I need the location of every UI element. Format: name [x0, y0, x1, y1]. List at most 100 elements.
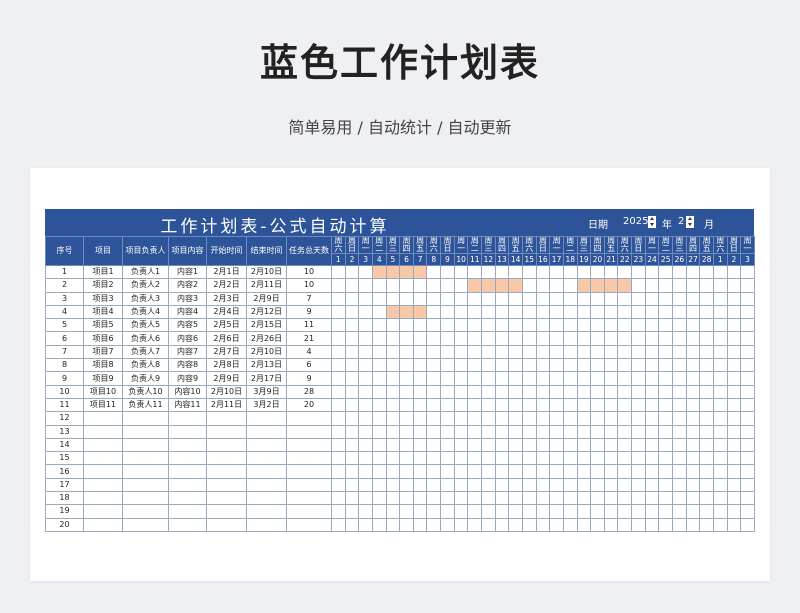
- day-cell[interactable]: [440, 517, 455, 532]
- day-cell[interactable]: [535, 464, 551, 479]
- day-cell[interactable]: [344, 331, 360, 346]
- day-cell[interactable]: [603, 371, 619, 386]
- day-cell[interactable]: [699, 424, 714, 439]
- day-cell[interactable]: [562, 424, 578, 439]
- day-cell[interactable]: [344, 358, 360, 373]
- day-cell[interactable]: [385, 424, 401, 439]
- cell-project[interactable]: 项目1: [83, 264, 123, 280]
- day-cell[interactable]: [590, 464, 605, 479]
- cell-days[interactable]: 6: [286, 358, 332, 373]
- cell-owner[interactable]: 负责人8: [122, 358, 169, 373]
- day-cell[interactable]: [631, 491, 646, 506]
- day-cell[interactable]: [562, 344, 578, 360]
- gantt-bar-cell[interactable]: [603, 278, 619, 293]
- cell-owner[interactable]: [122, 477, 169, 493]
- day-cell[interactable]: [412, 437, 428, 453]
- cell-days[interactable]: [286, 437, 332, 453]
- day-cell[interactable]: [562, 318, 578, 333]
- day-cell[interactable]: [481, 344, 496, 360]
- cell-no[interactable]: 10: [45, 384, 84, 399]
- cell-owner[interactable]: [122, 491, 169, 506]
- day-cell[interactable]: [467, 437, 483, 453]
- day-cell[interactable]: [344, 264, 360, 280]
- day-cell[interactable]: [576, 371, 592, 386]
- cell-project[interactable]: 项目9: [83, 371, 123, 386]
- day-cell[interactable]: [658, 318, 674, 333]
- day-cell[interactable]: [685, 437, 701, 453]
- day-cell[interactable]: [699, 344, 714, 360]
- cell-content[interactable]: 内容6: [168, 331, 207, 346]
- cell-start[interactable]: [206, 464, 247, 479]
- day-cell[interactable]: [385, 477, 401, 493]
- cell-content[interactable]: [168, 411, 207, 426]
- day-cell[interactable]: [644, 491, 660, 506]
- day-cell[interactable]: [562, 397, 578, 413]
- day-cell[interactable]: [726, 397, 742, 413]
- day-cell[interactable]: [740, 371, 755, 386]
- day-cell[interactable]: [590, 304, 605, 320]
- day-cell[interactable]: [699, 477, 714, 493]
- day-cell[interactable]: [699, 331, 714, 346]
- day-cell[interactable]: [331, 371, 346, 386]
- day-cell[interactable]: [658, 358, 674, 373]
- cell-project[interactable]: [83, 504, 123, 519]
- day-cell[interactable]: [385, 517, 401, 532]
- day-cell[interactable]: [412, 517, 428, 532]
- cell-content[interactable]: [168, 477, 207, 493]
- day-cell[interactable]: [712, 344, 728, 360]
- day-cell[interactable]: [631, 397, 646, 413]
- day-cell[interactable]: [590, 397, 605, 413]
- day-cell[interactable]: [726, 318, 742, 333]
- cell-start[interactable]: [206, 504, 247, 519]
- day-cell[interactable]: [494, 358, 510, 373]
- day-cell[interactable]: [371, 517, 387, 532]
- day-cell[interactable]: [371, 304, 387, 320]
- day-cell[interactable]: [699, 278, 714, 293]
- day-cell[interactable]: [740, 411, 755, 426]
- day-cell[interactable]: [412, 371, 428, 386]
- day-cell[interactable]: [521, 358, 537, 373]
- day-cell[interactable]: [440, 504, 455, 519]
- day-cell[interactable]: [399, 491, 414, 506]
- day-cell[interactable]: [562, 384, 578, 399]
- day-cell[interactable]: [617, 384, 633, 399]
- cell-project[interactable]: [83, 437, 123, 453]
- day-cell[interactable]: [712, 278, 728, 293]
- day-cell[interactable]: [562, 464, 578, 479]
- day-cell[interactable]: [658, 504, 674, 519]
- day-cell[interactable]: [644, 504, 660, 519]
- day-cell[interactable]: [726, 344, 742, 360]
- day-cell[interactable]: [617, 437, 633, 453]
- day-cell[interactable]: [385, 358, 401, 373]
- day-cell[interactable]: [631, 304, 646, 320]
- day-cell[interactable]: [658, 517, 674, 532]
- cell-no[interactable]: 4: [45, 304, 84, 320]
- day-cell[interactable]: [467, 344, 483, 360]
- day-cell[interactable]: [467, 504, 483, 519]
- cell-days[interactable]: 21: [286, 331, 332, 346]
- day-cell[interactable]: [331, 278, 346, 293]
- day-cell[interactable]: [412, 278, 428, 293]
- cell-owner[interactable]: 负责人3: [122, 291, 169, 306]
- day-cell[interactable]: [535, 358, 551, 373]
- day-cell[interactable]: [385, 411, 401, 426]
- day-cell[interactable]: [481, 318, 496, 333]
- day-cell[interactable]: [426, 517, 442, 532]
- day-cell[interactable]: [685, 304, 701, 320]
- day-cell[interactable]: [358, 304, 373, 320]
- day-cell[interactable]: [412, 318, 428, 333]
- cell-content[interactable]: [168, 451, 207, 466]
- cell-project[interactable]: 项目11: [83, 397, 123, 413]
- day-cell[interactable]: [644, 344, 660, 360]
- day-cell[interactable]: [399, 397, 414, 413]
- day-cell[interactable]: [412, 464, 428, 479]
- day-cell[interactable]: [672, 291, 687, 306]
- gantt-bar-cell[interactable]: [412, 264, 428, 280]
- day-cell[interactable]: [549, 424, 564, 439]
- day-cell[interactable]: [453, 397, 469, 413]
- day-cell[interactable]: [331, 491, 346, 506]
- day-cell[interactable]: [440, 411, 455, 426]
- day-cell[interactable]: [331, 437, 346, 453]
- cell-no[interactable]: 14: [45, 437, 84, 453]
- cell-no[interactable]: 15: [45, 451, 84, 466]
